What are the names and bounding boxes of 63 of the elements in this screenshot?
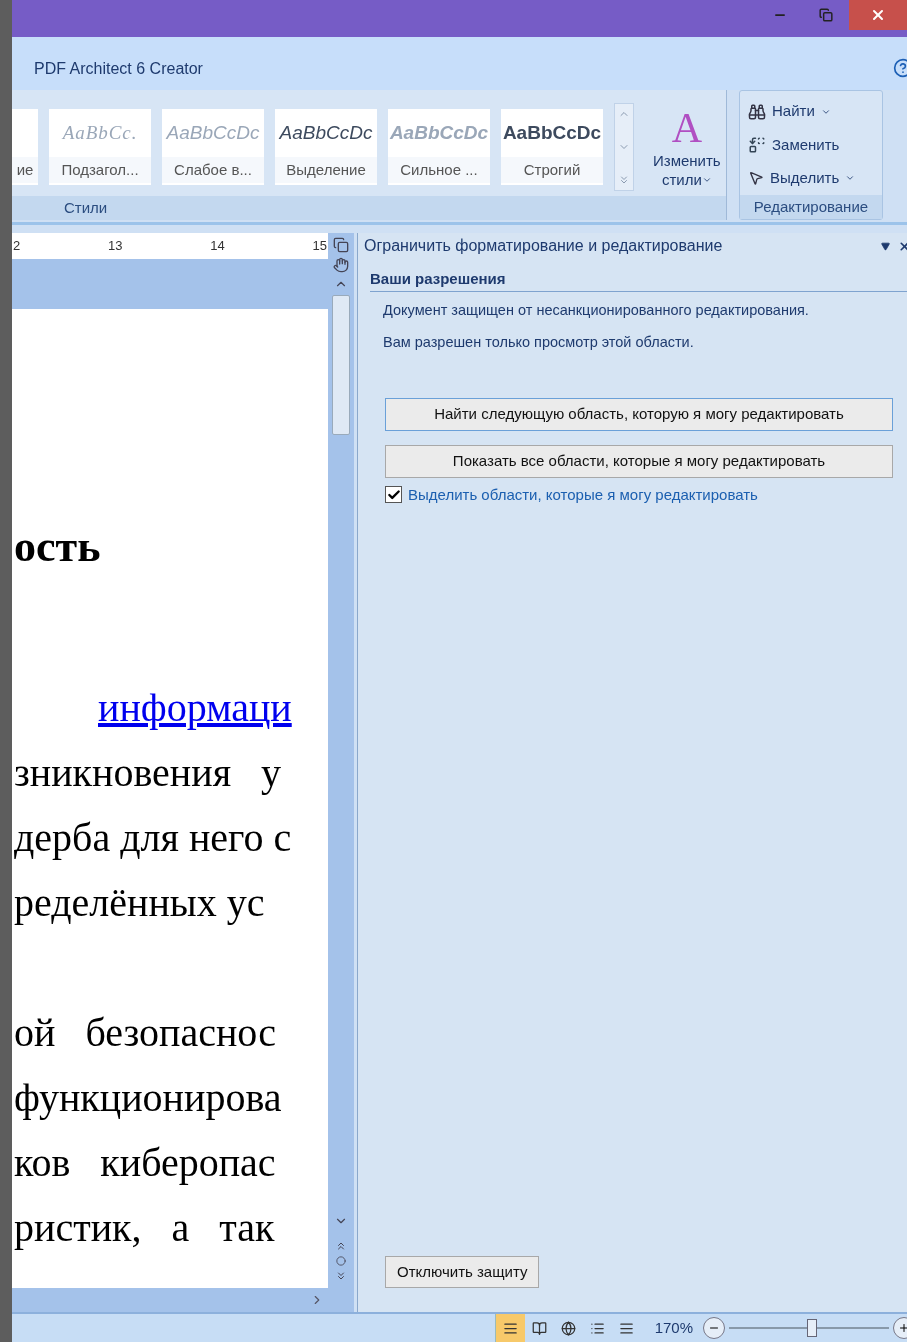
editing-command[interactable]: Выделить [748, 167, 856, 190]
view-icon [589, 1320, 605, 1336]
replace-icon [748, 136, 766, 154]
zoom-out-button[interactable] [703, 1317, 725, 1339]
view-icon [618, 1320, 634, 1336]
ruler-toggle-icon[interactable] [333, 237, 349, 253]
hand-icon[interactable] [333, 257, 349, 273]
document-text-line: ков киберопас [14, 1139, 277, 1187]
ruler-number: 13 [108, 237, 123, 256]
view-icon [502, 1320, 518, 1336]
editing-command[interactable]: Найти [748, 100, 831, 123]
style-preset[interactable]: ие [12, 109, 38, 185]
document-text-line: ой безопаснос [14, 1009, 278, 1057]
view-icon [560, 1320, 576, 1336]
document-text-line: дерба для него с [14, 814, 293, 862]
stop-protection-button[interactable]: Отключить защиту [385, 1256, 540, 1288]
editing-command[interactable]: Заменить [748, 133, 840, 157]
permission-message: Документ защищен от несанкционированного редактирования. [383, 301, 810, 320]
document-link[interactable]: информаци [14, 675, 328, 740]
style-preset[interactable]: AaBbCcDc Слабое в... [162, 109, 264, 185]
help-icon[interactable] [893, 57, 907, 78]
action-button[interactable]: Показать все области, которые я могу редактировать [385, 444, 893, 478]
document-text-line: ределённых ус [14, 879, 266, 927]
next-page-icon[interactable] [335, 1270, 347, 1282]
permission-message: Вам разрешен только просмотр этой области. [383, 332, 695, 352]
document-text-line: функционирова [14, 1074, 283, 1122]
ribbon-tab[interactable]: PDF Architect 6 Creator [34, 46, 203, 81]
ruler-number: 15 [312, 237, 327, 256]
zoom-level[interactable]: 170% [654, 1316, 693, 1340]
view-button[interactable] [495, 1314, 525, 1342]
close-icon [870, 7, 886, 23]
pointer-icon [748, 170, 764, 187]
checkbox-label[interactable]: Выделить области, которые я могу редактировать [408, 483, 758, 506]
change-styles-button[interactable]: A Изменить стили [653, 105, 721, 189]
restore-icon [819, 8, 833, 22]
binoculars-icon [748, 102, 766, 121]
browse-object-icon[interactable] [336, 1256, 346, 1266]
close-icon[interactable] [898, 239, 907, 253]
more-icon[interactable] [618, 174, 630, 186]
style-preset[interactable]: AaBbCc. Подзагол... [49, 109, 151, 185]
ruler-number: 14 [210, 237, 225, 256]
group-label: Стили [64, 197, 108, 218]
ruler-number: 2 [13, 237, 21, 256]
style-preset[interactable]: AaBbCcDc Выделение [275, 109, 377, 185]
zoom-slider[interactable] [729, 1318, 889, 1338]
gallery-scrollbar[interactable] [614, 103, 634, 191]
view-icon [531, 1320, 547, 1336]
action-button[interactable]: Найти следующую область, которую я могу редактировать [385, 397, 893, 431]
checkbox[interactable] [385, 486, 402, 504]
plus-icon [898, 1322, 907, 1334]
dropdown-icon[interactable] [881, 241, 890, 251]
document-text-line: ристик, а так [14, 1204, 276, 1252]
task-pane-title: Ограничить форматирование и редактирование [364, 236, 723, 256]
document-heading: ость [14, 521, 102, 573]
slider-thumb[interactable] [807, 1319, 818, 1337]
previous-page-icon[interactable] [335, 1240, 347, 1252]
document-text-line: зникновения у [14, 749, 283, 797]
style-preset[interactable]: AaBbCcDc Строгий [501, 109, 603, 185]
section-heading: Ваши разрешения [370, 270, 506, 287]
style-preset[interactable]: AaBbCcDc Сильное ... [388, 109, 490, 185]
group-label: Редактирование [753, 196, 869, 217]
close-button[interactable] [849, 0, 907, 30]
scroll-thumb[interactable] [332, 295, 350, 435]
